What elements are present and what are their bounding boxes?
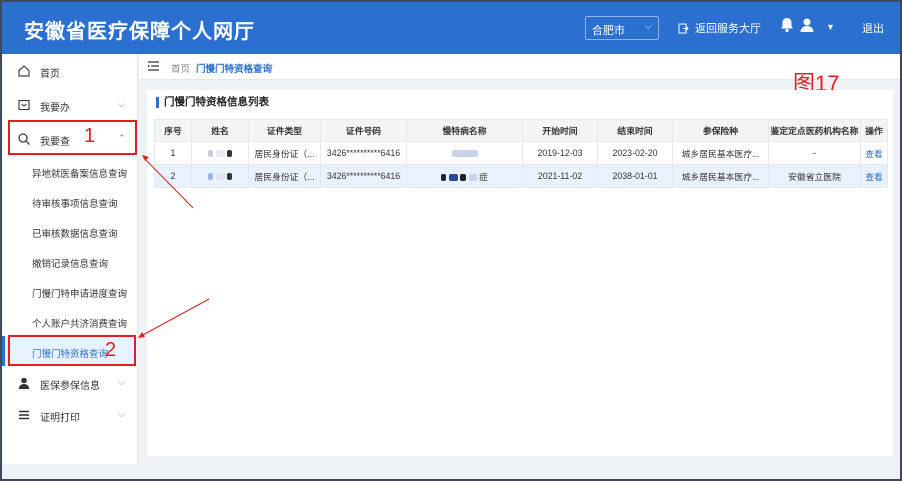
arrowhead-icon	[142, 155, 149, 161]
annotation-arrow-1	[143, 157, 194, 209]
annotation-arrow-2	[140, 298, 210, 337]
arrowhead-icon	[138, 332, 145, 338]
app-frame: 安徽省医疗保障个人网厅 合肥市 ⌵ 返回服务大厅 ▼ 退出 首页 我要办 ⌵ 我…	[0, 0, 902, 481]
annotation-arrows	[138, 155, 210, 338]
